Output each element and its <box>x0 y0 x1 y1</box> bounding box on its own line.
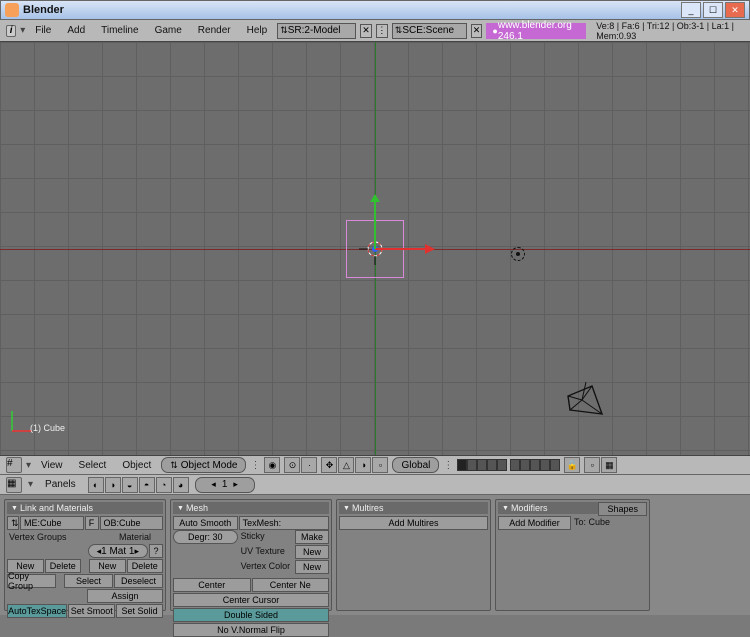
pivot-icon[interactable]: ⊙ <box>284 457 300 473</box>
menu-add[interactable]: Add <box>61 24 91 37</box>
menu-game[interactable]: Game <box>149 24 188 37</box>
draw-type-icon[interactable]: ◉ <box>264 457 280 473</box>
panel-link-materials: Link and Materials ⇅ ME:Cube F OB:Cube V… <box>4 499 166 611</box>
window-title: Blender <box>23 4 679 16</box>
mat-delete-button[interactable]: Delete <box>127 559 164 573</box>
add-multires-button[interactable]: Add Multires <box>339 516 488 530</box>
minimize-button[interactable]: _ <box>681 2 701 18</box>
context-shading-icon[interactable]: ◒ <box>122 477 138 493</box>
vcol-new-button[interactable]: New <box>295 560 329 574</box>
context-object-icon[interactable]: ◓ <box>139 477 155 493</box>
degr-spinner[interactable]: Degr: 30 <box>173 530 238 544</box>
menu-timeline[interactable]: Timeline <box>95 24 144 37</box>
center-new-button[interactable]: Center Ne <box>252 578 330 592</box>
auto-smooth-button[interactable]: Auto Smooth <box>173 516 238 530</box>
mat-new-button[interactable]: New <box>89 559 126 573</box>
uv-label: UV Texture <box>239 545 294 559</box>
copy-group-button[interactable]: Copy Group <box>7 574 56 588</box>
center-button[interactable]: Center <box>173 578 251 592</box>
double-sided-button[interactable]: Double Sided <box>173 608 329 622</box>
3dview-menu-select[interactable]: Select <box>73 459 113 472</box>
3dview-header: # ▾ View Select Object ⇅ Object Mode ⋮ ◉… <box>0 455 750 475</box>
window-titlebar: Blender _ ☐ ✕ <box>0 0 750 20</box>
buttons-panels: Link and Materials ⇅ ME:Cube F OB:Cube V… <box>0 495 750 615</box>
lock-layers-icon[interactable]: 🔒 <box>564 457 580 473</box>
app-icon <box>5 3 19 17</box>
panel-header-multires[interactable]: Multires <box>339 502 488 514</box>
rotate-icon[interactable]: ◑ <box>355 457 371 473</box>
add-modifier-button[interactable]: Add Modifier <box>498 516 571 530</box>
shapes-tab[interactable]: Shapes <box>598 502 647 516</box>
manipulator-gizmo[interactable] <box>315 194 435 304</box>
lamp-object[interactable] <box>511 247 525 261</box>
no-vnormal-flip-button[interactable]: No V.Normal Flip <box>173 623 329 637</box>
translate-icon[interactable]: △ <box>338 457 354 473</box>
screen-option-button[interactable]: ⋮ <box>376 24 388 38</box>
object-name-field[interactable]: OB:Cube <box>100 516 164 530</box>
menu-help[interactable]: Help <box>241 24 274 37</box>
3d-viewport[interactable]: document.write(Array.from({length:23},(_… <box>0 42 750 455</box>
uv-new-button[interactable]: New <box>295 545 329 559</box>
context-scene-icon[interactable]: ◕ <box>173 477 189 493</box>
pivot-lock-icon[interactable]: · <box>301 457 317 473</box>
page-spinner[interactable]: ◂ 1 ▸ <box>195 477 255 493</box>
panel-header-modifiers[interactable]: Modifiers <box>498 502 598 514</box>
blender-url-button[interactable]: ● www.blender.org 246.1 <box>486 23 586 39</box>
scale-icon[interactable]: ▫ <box>372 457 388 473</box>
close-button[interactable]: ✕ <box>725 2 745 18</box>
panel-header-mesh[interactable]: Mesh <box>173 502 329 514</box>
maximize-button[interactable]: ☐ <box>703 2 723 18</box>
context-script-icon[interactable]: ◑ <box>105 477 121 493</box>
menu-render[interactable]: Render <box>192 24 237 37</box>
mat-assign-button[interactable]: Assign <box>87 589 163 603</box>
active-object-label: (1) Cube <box>30 423 65 433</box>
snap-icon[interactable]: ▫ <box>584 457 600 473</box>
panel-multires: Multires Add Multires <box>336 499 491 611</box>
vcol-label: Vertex Color <box>239 560 294 574</box>
context-editing-icon[interactable]: ◔ <box>156 477 172 493</box>
info-header: i ▾ File Add Timeline Game Render Help ⇅… <box>0 20 750 42</box>
sticky-label: Sticky <box>239 530 294 544</box>
me-link-icon[interactable]: ⇅ <box>7 516 19 530</box>
render-preview-icon[interactable]: ▦ <box>601 457 617 473</box>
orientation-selector[interactable]: Global <box>392 457 439 473</box>
mat-deselect-button[interactable]: Deselect <box>114 574 163 588</box>
buttons-editor-icon[interactable]: ▦ <box>6 477 22 493</box>
editor-type-icon[interactable]: # <box>6 457 22 473</box>
3dview-menu-object[interactable]: Object <box>116 459 157 472</box>
fake-user-button[interactable]: F <box>85 516 99 530</box>
scene-selector[interactable]: ⇅ SCE:Scene <box>392 23 467 39</box>
mode-selector[interactable]: ⇅ Object Mode <box>161 457 246 473</box>
panel-header-link-materials[interactable]: Link and Materials <box>7 502 163 514</box>
context-logic-icon[interactable]: ◐ <box>88 477 104 493</box>
panel-modifiers: Modifiers Shapes Add Modifier To: Cube <box>495 499 650 611</box>
material-label: Material <box>117 531 153 543</box>
info-icon[interactable]: i <box>6 25 16 37</box>
mat-select-button[interactable]: Select <box>64 574 113 588</box>
screen-selector[interactable]: ⇅ SR:2-Model <box>277 23 356 39</box>
vertex-groups-label: Vertex Groups <box>7 531 69 543</box>
scene-stats: Ve:8 | Fa:6 | Tri:12 | Ob:3-1 | La:1 | M… <box>596 21 744 41</box>
buttons-header: ▦ ▾ Panels ◐ ◑ ◒ ◓ ◔ ◕ ◂ 1 ▸ <box>0 475 750 495</box>
mesh-name-field[interactable]: ME:Cube <box>20 516 84 530</box>
texmesh-field[interactable]: TexMesh: <box>239 516 329 530</box>
menu-file[interactable]: File <box>29 24 57 37</box>
material-help-button[interactable]: ? <box>149 544 163 558</box>
center-cursor-button[interactable]: Center Cursor <box>173 593 329 607</box>
material-index-spinner[interactable]: ◂ 1 Mat 1 ▸ <box>88 544 148 558</box>
manipulator-toggle-icon[interactable]: ✥ <box>321 457 337 473</box>
layer-buttons[interactable] <box>457 459 560 471</box>
screen-delete-button[interactable]: ✕ <box>360 24 372 38</box>
3dview-menu-view[interactable]: View <box>35 459 69 472</box>
panel-mesh: Mesh Auto Smooth Degr: 30 TexMesh: Stick… <box>170 499 332 611</box>
panels-menu[interactable]: Panels <box>39 478 82 491</box>
camera-object[interactable] <box>564 380 610 420</box>
shading-icons[interactable]: ◉ <box>264 457 280 473</box>
sticky-make-button[interactable]: Make <box>295 530 329 544</box>
scene-delete-button[interactable]: ✕ <box>471 24 483 38</box>
modifier-target-label: To: Cube <box>572 516 647 530</box>
